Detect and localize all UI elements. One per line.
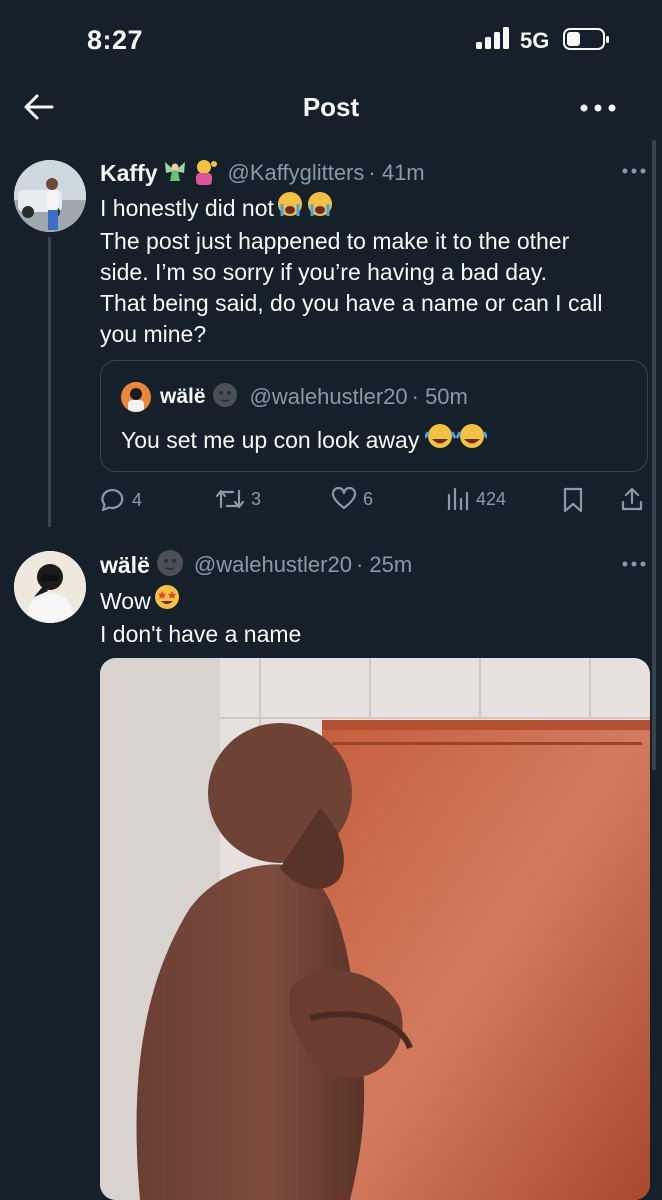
more-horizontal-icon[interactable] xyxy=(580,104,616,112)
views-icon xyxy=(447,487,469,511)
battery-icon xyxy=(563,28,609,50)
scrollbar[interactable] xyxy=(652,140,656,770)
avatar-image xyxy=(14,160,86,232)
view-count: 424 xyxy=(476,488,507,509)
tweet-text: Wow I don't have a name xyxy=(100,583,645,650)
quoted-display-name: wälë xyxy=(160,385,206,408)
joy-emoji-icon xyxy=(424,422,489,458)
signal-icon xyxy=(476,27,509,49)
tweet-line: I don't have a name xyxy=(100,621,302,647)
share-icon[interactable] xyxy=(620,486,644,512)
tweet-text: I honestly did not The post just happene… xyxy=(100,190,645,350)
heart-icon xyxy=(331,487,357,510)
tweet-line: That being said, do you have a name or c… xyxy=(100,290,603,316)
avatar[interactable] xyxy=(14,160,86,232)
tweet-line: Wow xyxy=(100,587,151,614)
quoted-user-handle: @walehustler20 xyxy=(249,384,408,409)
person-tipping-hand-emoji-icon xyxy=(190,157,220,190)
post-photo xyxy=(100,658,650,1200)
more-horizontal-icon[interactable] xyxy=(622,561,646,567)
fairy-emoji-icon xyxy=(162,158,188,189)
star-struck-emoji-icon xyxy=(153,583,181,619)
user-handle[interactable]: @Kaffyglitters xyxy=(228,160,365,186)
new-moon-face-emoji-icon xyxy=(212,382,238,413)
quoted-text: You set me up con look away xyxy=(121,426,420,453)
reply-button[interactable]: 4 xyxy=(100,487,142,513)
avatar[interactable] xyxy=(14,551,86,623)
tweet-line: side. I’m so sorry if you’re having a ba… xyxy=(100,259,548,285)
bookmark-icon[interactable] xyxy=(562,487,584,513)
tweet-line: I honestly did not xyxy=(100,194,274,221)
avatar-image xyxy=(14,551,86,623)
page-title: Post xyxy=(302,92,360,122)
repost-icon xyxy=(215,489,245,509)
quoted-tweet-time: · 50m xyxy=(411,384,468,409)
display-name[interactable]: Kaffy xyxy=(100,160,158,187)
views-button[interactable]: 424 xyxy=(446,487,506,511)
new-moon-face-emoji-icon xyxy=(156,549,184,582)
status-time: 8:27 xyxy=(87,25,144,55)
display-name[interactable]: wälë xyxy=(100,552,150,579)
reply-count: 4 xyxy=(132,489,143,510)
avatar xyxy=(121,382,151,412)
tweet-line: you mine? xyxy=(100,321,207,347)
tweet-line: The post just happened to make it to the… xyxy=(100,228,570,254)
more-horizontal-icon[interactable] xyxy=(622,168,646,174)
tweet-time: · 25m xyxy=(355,552,413,577)
repost-button[interactable]: 3 xyxy=(215,487,261,511)
repost-count: 3 xyxy=(251,488,262,509)
user-handle[interactable]: @walehustler20 xyxy=(194,552,352,578)
like-button[interactable]: 6 xyxy=(331,487,373,511)
reply-icon xyxy=(101,488,124,512)
post-image[interactable] xyxy=(100,658,650,1200)
network-type: 5G xyxy=(520,28,550,53)
crying-face-emoji-icon xyxy=(276,190,334,226)
thread-line xyxy=(48,237,51,527)
tweet-time: · 41m xyxy=(368,160,425,185)
like-count: 6 xyxy=(363,488,374,509)
